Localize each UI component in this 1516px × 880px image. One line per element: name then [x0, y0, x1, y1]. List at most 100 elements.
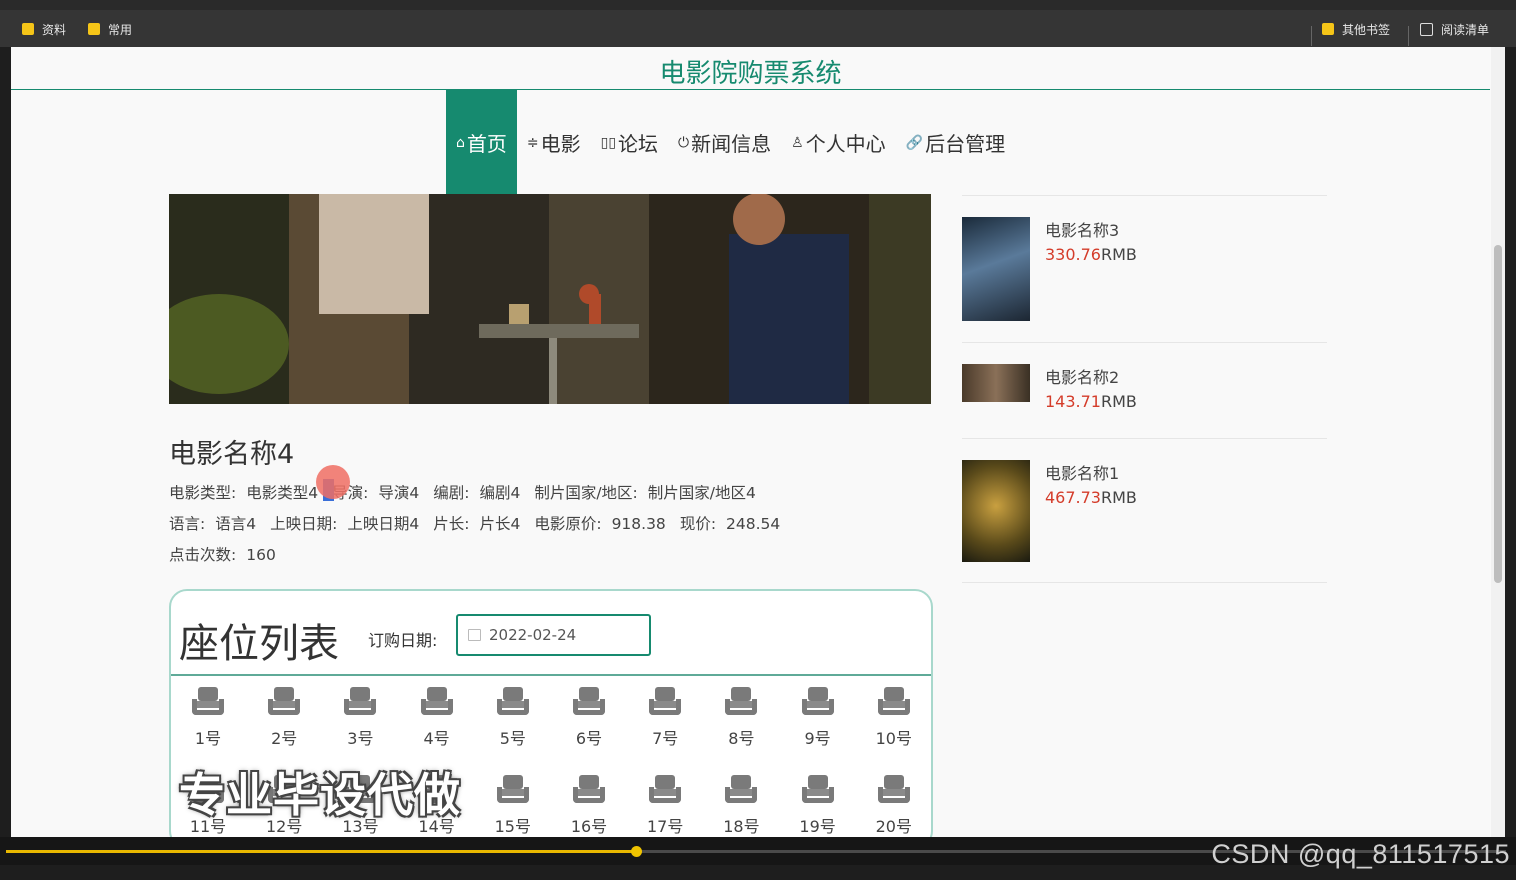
- order-date-value: 2022-02-24: [489, 626, 577, 644]
- video-player-bar: CSDN @qq_811517515: [0, 837, 1516, 880]
- seat-label: 2号: [271, 729, 298, 748]
- movie-poster-thumbnail: [962, 460, 1030, 562]
- reading-list-label: 阅读清单: [1441, 22, 1490, 37]
- sidebar-movie-card[interactable]: 电影名称2 143.71RMB: [962, 364, 1137, 411]
- calendar-icon: [468, 629, 481, 641]
- info-value: 电影类型4: [246, 484, 319, 502]
- seat-label: 10号: [875, 729, 912, 748]
- seat-16[interactable]: 16号: [564, 775, 614, 837]
- other-bookmarks[interactable]: 其他书签: [1322, 20, 1390, 38]
- progress-fill: [6, 850, 636, 853]
- movie-title: 电影名称4: [169, 439, 295, 470]
- movie-info-row-2: 语言: 语言4 上映日期: 上映日期4 片长: 片长4 电影原价: 918.38 现价:…: [169, 512, 780, 534]
- seat-icon: [725, 687, 758, 717]
- info-value: 918.38: [611, 515, 666, 533]
- seat-icon: [649, 687, 682, 717]
- bookmarks-bar: 资料 常用 其他书签 阅读清单: [0, 10, 1516, 47]
- nav-home[interactable]: ⌂ 首页: [446, 90, 517, 195]
- order-date-input[interactable]: 2022-02-24: [456, 614, 651, 656]
- seat-5[interactable]: 5号: [488, 687, 538, 749]
- seat-3[interactable]: 3号: [335, 687, 385, 749]
- movie-poster-thumbnail: [962, 364, 1030, 402]
- seat-label: 16号: [570, 817, 608, 836]
- sidebar-movie-card[interactable]: 电影名称3 330.76RMB: [962, 217, 1137, 321]
- scrollbar-thumb[interactable]: [1494, 245, 1502, 583]
- seat-9[interactable]: 9号: [793, 687, 843, 749]
- sidebar-divider: [962, 195, 1327, 196]
- info-key: 编剧:: [433, 484, 470, 502]
- bookmark-folder-changyong[interactable]: 常用: [88, 20, 132, 38]
- seat-label: 8号: [728, 729, 755, 748]
- seat-label: 20号: [875, 817, 912, 836]
- bookmark-label: 常用: [108, 22, 133, 37]
- seat-icon: [573, 775, 605, 805]
- seat-label: 18号: [723, 817, 760, 836]
- seat-10[interactable]: 10号: [869, 687, 919, 749]
- seat-label: 5号: [499, 729, 526, 748]
- page-scrollbar[interactable]: [1491, 47, 1505, 837]
- nav-admin[interactable]: 🔗 后台管理: [896, 90, 1015, 195]
- seat-icon: [801, 687, 834, 717]
- watermark-text: 专业毕设代做: [179, 768, 461, 822]
- sidebar-movie-name: 电影名称1: [1045, 464, 1120, 483]
- seat-icon: [344, 687, 377, 717]
- bookmark-label: 资料: [42, 22, 67, 37]
- browser-tab-strip: [0, 0, 1516, 10]
- seat-2[interactable]: 2号: [259, 687, 309, 749]
- movie-info-row-1: 电影类型: 电影类型4 导演: 导演4 编剧: 编剧4 制片国家/地区: 制片国家/地区…: [169, 481, 756, 503]
- seat-1[interactable]: 1号: [183, 687, 233, 749]
- seat-15[interactable]: 15号: [488, 775, 538, 837]
- folder-icon: [22, 23, 34, 35]
- sliders-icon: ≑: [526, 134, 539, 151]
- seat-19[interactable]: 19号: [793, 775, 843, 837]
- seat-17[interactable]: 17号: [640, 775, 690, 837]
- info-key: 电影原价:: [534, 515, 602, 533]
- nav-news[interactable]: ⏻ 新闻信息: [668, 90, 781, 195]
- seat-8[interactable]: 8号: [716, 687, 766, 749]
- info-value: 制片国家/地区4: [647, 484, 756, 502]
- info-key: 现价:: [679, 515, 717, 533]
- seat-18[interactable]: 18号: [716, 775, 766, 837]
- seat-20[interactable]: 20号: [869, 775, 919, 837]
- nav-forum[interactable]: ▯▯ 论坛: [591, 90, 668, 195]
- seat-icon: [801, 775, 834, 805]
- sidebar-divider: [962, 342, 1327, 343]
- screen: { "bookmarks": { "left": [{"label": "资料"…: [0, 0, 1516, 880]
- folder-icon: [88, 23, 100, 35]
- other-bookmarks-label: 其他书签: [1342, 22, 1391, 37]
- nav-user-center[interactable]: ♙ 个人中心: [781, 90, 896, 195]
- price-unit: RMB: [1100, 392, 1137, 411]
- sidebar-movie-name: 电影名称2: [1045, 368, 1120, 387]
- nav-movies[interactable]: ≑ 电影: [517, 90, 591, 195]
- seat-label: 15号: [494, 817, 531, 836]
- info-value: 上映日期4: [347, 515, 420, 533]
- sidebar-movie-card[interactable]: 电影名称1 467.73RMB: [962, 460, 1137, 562]
- seat-label: 19号: [799, 817, 836, 836]
- folder-icon: [1322, 23, 1334, 35]
- info-item: 现价: 248.54: [680, 512, 780, 534]
- nav-label: 论坛: [618, 132, 659, 156]
- movie-banner-image: [169, 194, 931, 404]
- sidebar-movie-price: 467.73: [1045, 488, 1101, 507]
- seat-4[interactable]: 4号: [412, 687, 462, 749]
- info-key: 点击次数:: [169, 546, 237, 564]
- info-item: 上映日期: 上映日期4: [270, 512, 419, 534]
- seat-7[interactable]: 7号: [640, 687, 690, 749]
- movie-info-row-3: 点击次数: 160: [169, 543, 276, 565]
- info-item: 电影原价: 918.38: [534, 512, 665, 534]
- seat-list-title: 座位列表: [179, 621, 339, 667]
- seat-icon: [496, 687, 529, 717]
- sidebar-movie-price: 143.71: [1045, 392, 1101, 411]
- progress-knob[interactable]: [631, 846, 642, 857]
- bookmark-folder-ziliao[interactable]: 资料: [22, 20, 66, 38]
- seat-label: 1号: [194, 729, 222, 748]
- seat-6[interactable]: 6号: [564, 687, 614, 749]
- price-unit: RMB: [1100, 245, 1137, 264]
- price-unit: RMB: [1100, 488, 1137, 507]
- reading-list[interactable]: 阅读清单: [1420, 20, 1489, 38]
- seat-panel-header: 座位列表 订购日期: 2022-02-24: [171, 591, 931, 676]
- info-value: 160: [246, 546, 276, 564]
- seat-icon: [496, 775, 529, 805]
- seat-icon: [573, 687, 605, 717]
- seat-icon: [268, 687, 301, 717]
